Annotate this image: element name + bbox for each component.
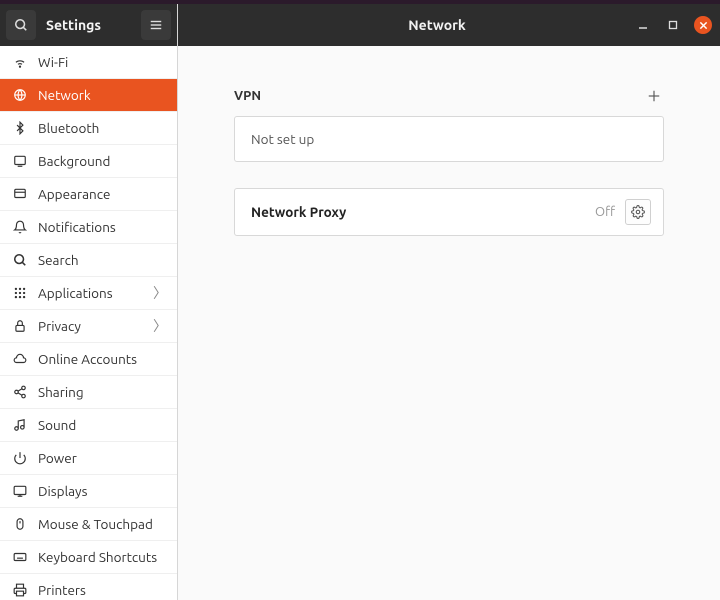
settings-window: Settings Wi-Fi Network Bluetooth Background… [0, 4, 720, 600]
sidebar-item-label: Printers [38, 582, 167, 598]
maximize-icon [668, 20, 678, 30]
page-title: Network [240, 17, 634, 33]
sidebar-item-label: Privacy [38, 318, 153, 334]
vpn-status-text: Not set up [251, 131, 314, 147]
sidebar-item-bluetooth[interactable]: Bluetooth [0, 112, 177, 145]
gear-icon [631, 205, 645, 219]
sidebar-item-appearance[interactable]: Appearance [0, 178, 177, 211]
mouse-touchpad-icon [12, 516, 28, 532]
hamburger-icon [149, 18, 163, 32]
sidebar-item-label: Online Accounts [38, 351, 167, 367]
chevron-right-icon: 〉 [153, 283, 167, 303]
sidebar-item-label: Search [38, 252, 167, 268]
sidebar-item-displays[interactable]: Displays [0, 475, 177, 508]
sidebar-item-label: Mouse & Touchpad [38, 516, 167, 532]
sidebar-item-label: Sharing [38, 384, 167, 400]
close-icon [699, 21, 708, 30]
sidebar-item-privacy[interactable]: Privacy〉 [0, 310, 177, 343]
plus-icon [647, 89, 661, 103]
maximize-button[interactable] [664, 16, 682, 34]
sidebar-header: Settings [0, 4, 177, 46]
proxy-status: Off [595, 205, 615, 219]
sidebar-item-network[interactable]: Network [0, 79, 177, 112]
bluetooth-icon [12, 120, 28, 136]
sidebar-item-label: Displays [38, 483, 167, 499]
vpn-section-header: VPN [234, 86, 664, 106]
online-accounts-icon [12, 351, 28, 367]
sidebar-item-label: Power [38, 450, 167, 466]
vpn-status-card: Not set up [234, 116, 664, 162]
sidebar-item-applications[interactable]: Applications〉 [0, 277, 177, 310]
sidebar-item-wi-fi[interactable]: Wi-Fi [0, 46, 177, 79]
add-vpn-button[interactable] [644, 86, 664, 106]
content-body: VPN Not set up Network Proxy Off [178, 46, 720, 600]
search-icon [14, 18, 28, 32]
sidebar-item-search[interactable]: Search [0, 244, 177, 277]
sidebar-item-printers[interactable]: Printers [0, 574, 177, 600]
keyboard-shortcuts-icon [12, 549, 28, 565]
sidebar-item-notifications[interactable]: Notifications [0, 211, 177, 244]
sound-icon [12, 417, 28, 433]
sidebar-item-label: Appearance [38, 186, 167, 202]
sidebar-item-online-accounts[interactable]: Online Accounts [0, 343, 177, 376]
sidebar-list: Wi-Fi Network Bluetooth Background Appearanc… [0, 46, 177, 600]
sidebar-item-sound[interactable]: Sound [0, 409, 177, 442]
sidebar-item-mouse-touchpad[interactable]: Mouse & Touchpad [0, 508, 177, 541]
search-icon [12, 252, 28, 268]
sidebar-item-label: Background [38, 153, 167, 169]
window-controls [634, 16, 712, 34]
sidebar-item-label: Bluetooth [38, 120, 167, 136]
hamburger-button[interactable] [141, 10, 171, 40]
sidebar-item-keyboard-shortcuts[interactable]: Keyboard Shortcuts [0, 541, 177, 574]
proxy-label: Network Proxy [251, 204, 595, 220]
sidebar-item-sharing[interactable]: Sharing [0, 376, 177, 409]
background-icon [12, 153, 28, 169]
network-icon [12, 87, 28, 103]
wi-fi-icon [12, 54, 28, 70]
minimize-button[interactable] [634, 16, 652, 34]
sidebar-item-power[interactable]: Power [0, 442, 177, 475]
sidebar-item-label: Applications [38, 285, 153, 301]
printers-icon [12, 582, 28, 598]
chevron-right-icon: 〉 [153, 316, 167, 336]
sidebar-title: Settings [46, 17, 141, 33]
sharing-icon [12, 384, 28, 400]
sidebar-item-label: Wi-Fi [38, 54, 167, 70]
appearance-icon [12, 186, 28, 202]
close-button[interactable] [694, 16, 712, 34]
power-icon [12, 450, 28, 466]
notifications-icon [12, 219, 28, 235]
proxy-row[interactable]: Network Proxy Off [234, 188, 664, 236]
privacy-icon [12, 318, 28, 334]
content-area: Network VPN [178, 4, 720, 600]
minimize-icon [638, 20, 648, 30]
sidebar-item-label: Network [38, 87, 167, 103]
sidebar-item-label: Keyboard Shortcuts [38, 549, 167, 565]
search-button[interactable] [6, 10, 36, 40]
sidebar: Settings Wi-Fi Network Bluetooth Background… [0, 4, 178, 600]
titlebar: Network [178, 4, 720, 46]
applications-icon [12, 285, 28, 301]
sidebar-item-background[interactable]: Background [0, 145, 177, 178]
vpn-heading: VPN [234, 89, 261, 103]
displays-icon [12, 483, 28, 499]
sidebar-item-label: Notifications [38, 219, 167, 235]
proxy-settings-button[interactable] [625, 199, 651, 225]
sidebar-item-label: Sound [38, 417, 167, 433]
